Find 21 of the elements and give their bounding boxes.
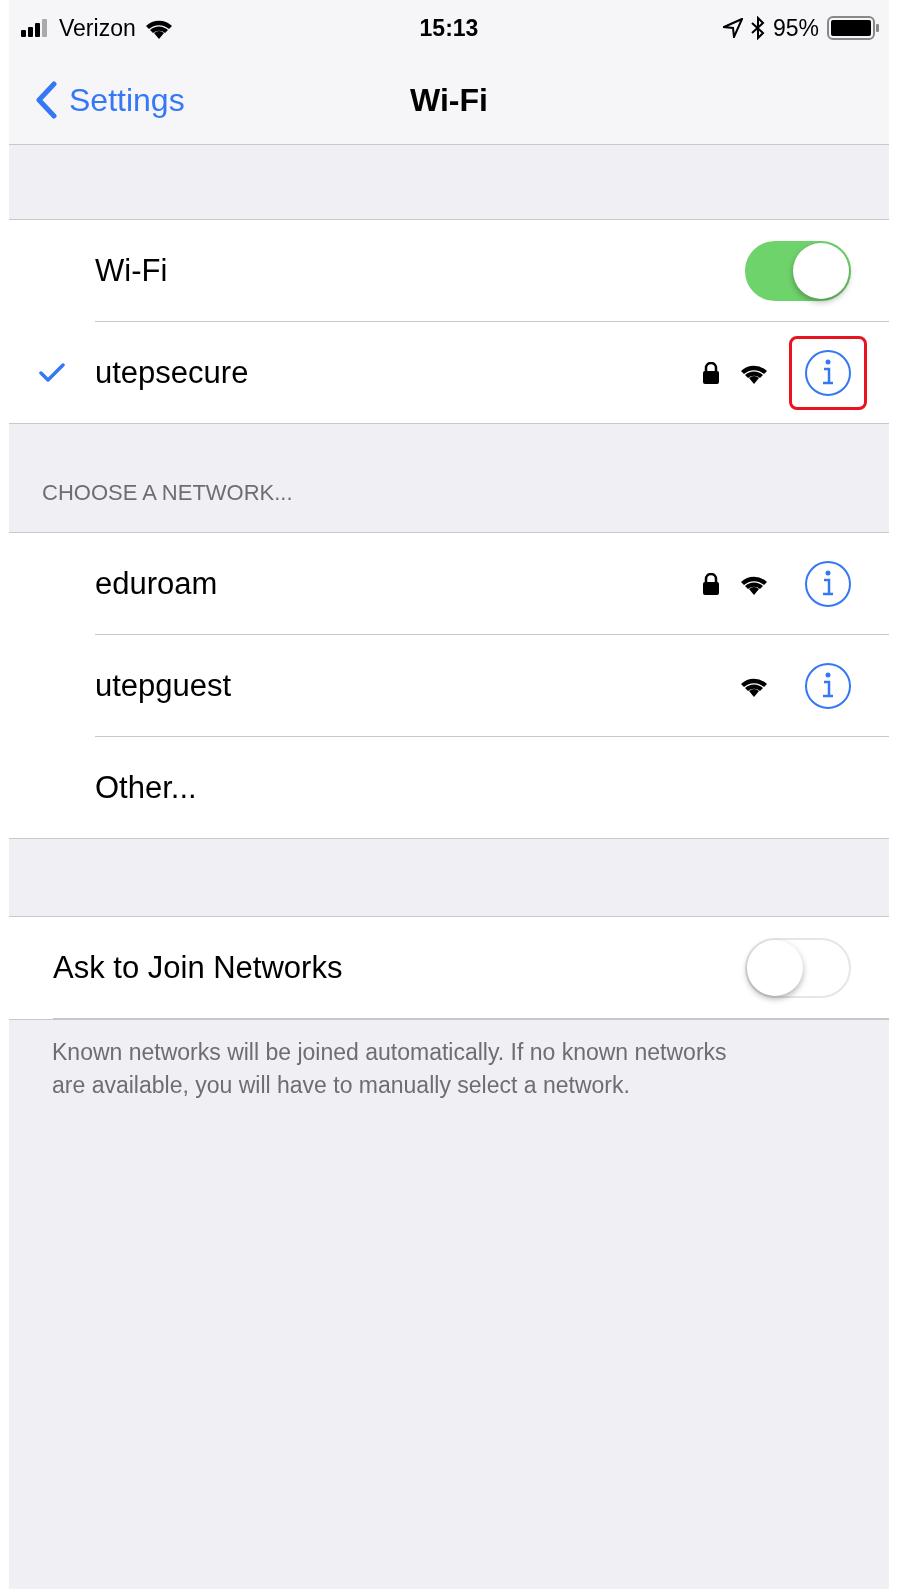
setting-label: Ask to Join Networks [53,949,344,986]
setting-label: Wi-Fi [95,252,169,289]
network-name: eduroam [95,565,219,602]
carrier-name: Verizon [59,14,136,42]
status-time: 15:13 [419,14,479,42]
back-button[interactable]: Settings [9,81,185,119]
other-network-item[interactable]: Other... [95,769,851,806]
footer-note: Known networks will be joined automatically. If no known networks are available, you will have to manually select a network. [51,1038,728,1101]
chevron-left-icon [35,81,57,119]
toggle-switch[interactable] [745,240,851,301]
info-button[interactable] [804,559,852,608]
screen-title: Wi-Fi [410,81,488,119]
bluetooth-icon [750,16,765,40]
info-button[interactable] [804,661,852,710]
section-header: CHOOSE A NETWORK... [41,479,294,507]
network-name: utepguest [95,667,233,704]
info-button[interactable] [804,348,852,397]
battery-icon [827,16,879,40]
location-arrow-icon [722,18,743,38]
network-name: utepsecure [95,354,250,391]
battery-percent: 95% [772,14,819,42]
